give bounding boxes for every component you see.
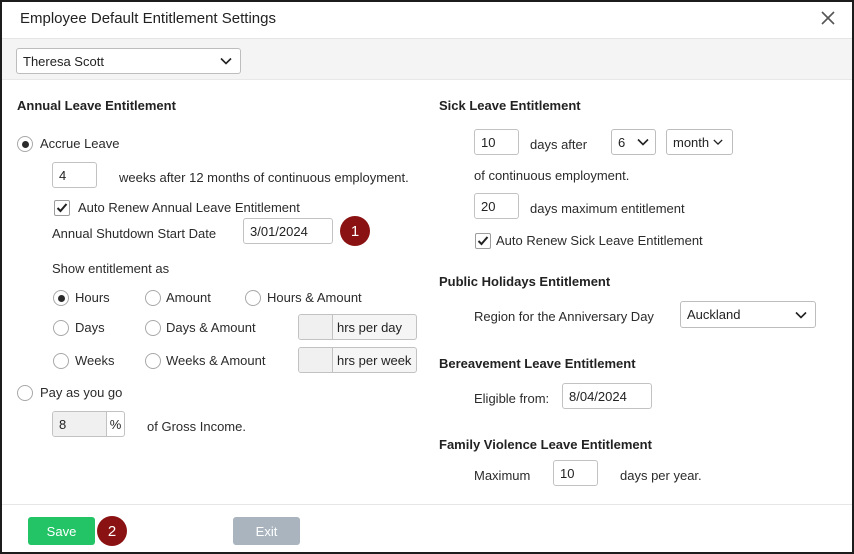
hours-amount-label: Hours & Amount	[267, 290, 362, 305]
pay-as-you-go-radio[interactable]	[17, 385, 33, 401]
payg-value[interactable]: 8	[53, 412, 107, 436]
pay-as-you-go-label: Pay as you go	[40, 385, 123, 400]
hours-radio[interactable]	[53, 290, 69, 306]
family-violence-heading: Family Violence Leave Entitlement	[439, 437, 652, 452]
sick-unit-value: month	[673, 134, 710, 150]
eligible-from-value: 8/04/2024	[569, 388, 627, 404]
auto-renew-annual-label: Auto Renew Annual Leave Entitlement	[78, 200, 300, 215]
annual-heading: Annual Leave Entitlement	[17, 98, 176, 113]
hrs-per-week-label: hrs per week	[337, 352, 412, 368]
close-icon[interactable]	[818, 8, 838, 28]
chevron-down-icon	[713, 139, 723, 146]
footer-divider	[2, 504, 852, 505]
weeks-text: weeks after 12 months of continuous empl…	[119, 170, 409, 185]
hrs-per-day-input[interactable]	[299, 315, 333, 339]
sick-max-value: 20	[481, 198, 496, 214]
show-as-label: Show entitlement as	[52, 261, 170, 276]
weeks-label: Weeks	[75, 353, 115, 368]
auto-renew-sick-checkbox[interactable]	[475, 233, 491, 249]
amount-label: Amount	[166, 290, 211, 305]
region-label: Region for the Anniversary Day	[474, 309, 654, 324]
hrs-per-week-input[interactable]	[299, 348, 333, 372]
check-icon	[477, 236, 489, 246]
eligible-from-label: Eligible from:	[474, 391, 550, 406]
accrue-leave-label: Accrue Leave	[40, 136, 120, 151]
auto-renew-sick-label: Auto Renew Sick Leave Entitlement	[496, 233, 703, 248]
sick-max-input[interactable]: 20	[474, 193, 519, 219]
hrs-per-day-label: hrs per day	[337, 319, 403, 335]
chevron-down-icon	[795, 311, 807, 319]
hours-amount-radio[interactable]	[245, 290, 261, 306]
accrue-leave-radio[interactable]	[17, 136, 33, 152]
sick-period-select[interactable]: 6	[611, 129, 656, 155]
sick-max-text: days maximum entitlement	[530, 201, 685, 216]
save-button[interactable]: Save	[28, 517, 95, 545]
sick-period-value: 6	[618, 134, 626, 150]
sick-unit-select[interactable]: month	[666, 129, 733, 155]
dialog-title: Employee Default Entitlement Settings	[20, 10, 276, 27]
chevron-down-icon	[637, 138, 649, 146]
employee-select-value: Theresa Scott	[23, 53, 104, 69]
chevron-down-icon	[220, 57, 232, 65]
sick-days-input[interactable]: 10	[474, 129, 519, 155]
hrs-per-week-field[interactable]: hrs per week	[298, 347, 417, 373]
step-badge-2: 2	[97, 516, 127, 546]
public-holidays-heading: Public Holidays Entitlement	[439, 274, 611, 289]
shutdown-date-value: 3/01/2024	[250, 223, 308, 239]
family-violence-max-input[interactable]: 10	[553, 460, 598, 486]
shutdown-date-input[interactable]: 3/01/2024	[243, 218, 333, 244]
days-amount-radio[interactable]	[145, 320, 161, 336]
region-select[interactable]: Auckland	[680, 301, 816, 328]
hrs-per-day-field[interactable]: hrs per day	[298, 314, 417, 340]
eligible-from-input[interactable]: 8/04/2024	[562, 383, 652, 409]
auto-renew-annual-checkbox[interactable]	[54, 200, 70, 216]
amount-radio[interactable]	[145, 290, 161, 306]
employee-select[interactable]: Theresa Scott	[16, 48, 241, 74]
percent-label: %	[109, 416, 122, 432]
days-label: Days	[75, 320, 105, 335]
weeks-input-value: 4	[59, 167, 67, 183]
weeks-input[interactable]: 4	[52, 162, 97, 188]
check-icon	[56, 203, 68, 213]
days-after-text: days after	[530, 137, 588, 152]
shutdown-label: Annual Shutdown Start Date	[52, 226, 217, 241]
family-violence-max-value: 10	[560, 465, 575, 481]
weeks-amount-label: Weeks & Amount	[166, 353, 266, 368]
gross-income-text: of Gross Income.	[147, 419, 246, 434]
bereavement-heading: Bereavement Leave Entitlement	[439, 356, 636, 371]
maximum-label: Maximum	[474, 468, 531, 483]
days-per-year-text: days per year.	[620, 468, 702, 483]
weeks-amount-radio[interactable]	[145, 353, 161, 369]
continuous-employment-text: of continuous employment.	[474, 168, 630, 183]
dialog	[0, 0, 854, 554]
days-amount-label: Days & Amount	[166, 320, 256, 335]
payg-percent-field[interactable]: 8 %	[52, 411, 125, 437]
exit-button[interactable]: Exit	[233, 517, 300, 545]
sick-days-value: 10	[481, 134, 496, 150]
weeks-radio[interactable]	[53, 353, 69, 369]
region-select-value: Auckland	[687, 307, 741, 322]
days-radio[interactable]	[53, 320, 69, 336]
sick-heading: Sick Leave Entitlement	[439, 98, 581, 113]
hours-label: Hours	[75, 290, 110, 305]
step-badge-1: 1	[340, 216, 370, 246]
